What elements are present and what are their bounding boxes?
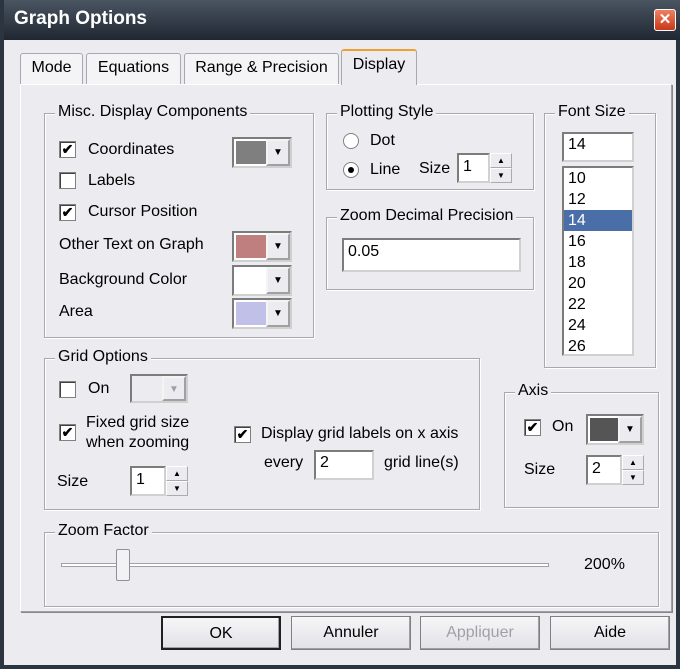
grid-color-combo[interactable]: ▼: [130, 374, 188, 403]
coordinates-checkbox[interactable]: ✔: [59, 141, 76, 158]
font-size-list[interactable]: 10 12 14 16 18 20 22 24 26: [562, 166, 634, 356]
zoom-slider-thumb[interactable]: [115, 549, 130, 581]
background-color-combo[interactable]: ▼: [232, 265, 292, 296]
cancel-button[interactable]: Annuler: [291, 616, 411, 650]
fixed-grid-checkbox[interactable]: ✔: [59, 424, 76, 441]
other-text-color-combo[interactable]: ▼: [232, 231, 292, 262]
zoom-slider-track[interactable]: [61, 563, 549, 567]
zoom-precision-input[interactable]: 0.05: [342, 238, 521, 272]
display-grid-labels-checkbox[interactable]: ✔: [234, 426, 251, 443]
chevron-down-icon[interactable]: ▼: [266, 267, 290, 294]
chevron-down-icon[interactable]: ▼: [618, 416, 642, 443]
grid-on-label: On: [88, 380, 110, 397]
grid-on-checkbox[interactable]: [59, 381, 76, 398]
group-label: Zoom Decimal Precision: [337, 207, 517, 225]
font-size-option[interactable]: 26: [564, 336, 632, 357]
cursor-position-checkbox[interactable]: ✔: [59, 204, 76, 221]
color-swatch: [590, 418, 620, 441]
cursor-position-label: Cursor Position: [88, 203, 198, 220]
font-size-input[interactable]: 14: [562, 132, 634, 162]
spin-up-icon[interactable]: ▲: [622, 455, 644, 470]
spin-down-icon[interactable]: ▼: [490, 168, 512, 183]
line-label: Line: [370, 161, 401, 178]
color-swatch: [236, 302, 266, 325]
font-size-option[interactable]: 14: [564, 210, 632, 231]
color-swatch: [236, 141, 266, 164]
help-button[interactable]: Aide: [550, 616, 670, 650]
font-size-option[interactable]: 10: [564, 168, 632, 189]
group-label: Axis: [515, 382, 552, 400]
group-label: Grid Options: [55, 348, 151, 366]
spin-up-icon[interactable]: ▲: [166, 466, 188, 481]
axis-size-stepper[interactable]: 2 ▲ ▼: [586, 455, 644, 485]
every-input[interactable]: 2: [314, 450, 374, 480]
apply-button[interactable]: Appliquer: [420, 616, 540, 650]
coordinates-color-combo[interactable]: ▼: [232, 137, 292, 168]
font-size-option[interactable]: 24: [564, 315, 632, 336]
axis-group: Axis: [504, 382, 659, 508]
group-label: Plotting Style: [337, 103, 437, 121]
chevron-down-icon[interactable]: ▼: [266, 233, 290, 260]
color-swatch: [236, 269, 266, 292]
labels-label: Labels: [88, 172, 136, 189]
tab-display[interactable]: Display: [341, 49, 417, 85]
close-icon[interactable]: ✕: [654, 9, 676, 31]
plot-size-stepper[interactable]: 1 ▲ ▼: [457, 153, 512, 183]
every-label: every: [264, 454, 304, 471]
tab-mode[interactable]: Mode: [20, 53, 83, 84]
chevron-down-icon[interactable]: ▼: [266, 300, 290, 327]
spin-up-icon[interactable]: ▲: [490, 153, 512, 168]
font-size-option[interactable]: 16: [564, 231, 632, 252]
font-size-option[interactable]: 18: [564, 252, 632, 273]
tab-range-precision[interactable]: Range & Precision: [184, 53, 339, 84]
zoom-factor-value: 200%: [584, 556, 625, 573]
tab-equations[interactable]: Equations: [86, 53, 181, 84]
plot-size-value[interactable]: 1: [457, 153, 490, 183]
grid-size-value[interactable]: 1: [130, 466, 166, 496]
zoom-factor-group: Zoom Factor: [44, 522, 659, 607]
spin-down-icon[interactable]: ▼: [166, 481, 188, 496]
dot-label: Dot: [370, 132, 395, 149]
axis-size-label: Size: [524, 461, 556, 478]
dot-radio[interactable]: [343, 133, 359, 149]
line-radio[interactable]: [343, 162, 359, 178]
chevron-down-icon[interactable]: ▼: [266, 139, 290, 166]
chevron-down-icon[interactable]: ▼: [162, 376, 186, 401]
fixed-grid-label-2: when zooming: [86, 434, 190, 451]
ok-button[interactable]: OK: [161, 616, 281, 650]
axis-size-value[interactable]: 2: [586, 455, 622, 485]
coordinates-label: Coordinates: [88, 141, 175, 158]
graph-options-dialog: Graph Options ✕ Mode Equations Range & P…: [0, 0, 680, 669]
group-label: Zoom Factor: [55, 522, 152, 540]
font-size-option[interactable]: 20: [564, 273, 632, 294]
font-size-option[interactable]: 22: [564, 294, 632, 315]
spin-down-icon[interactable]: ▼: [622, 470, 644, 485]
axis-on-checkbox[interactable]: ✔: [524, 419, 541, 436]
axis-on-label: On: [552, 418, 574, 435]
grid-lines-label: grid line(s): [384, 454, 459, 471]
group-label: Misc. Display Components: [55, 103, 251, 121]
grid-size-label: Size: [57, 473, 89, 490]
title-bar[interactable]: Graph Options ✕: [4, 0, 680, 40]
area-label: Area: [59, 303, 93, 320]
group-label: Font Size: [555, 103, 629, 121]
color-swatch: [236, 235, 266, 258]
area-color-combo[interactable]: ▼: [232, 298, 292, 329]
plot-size-label: Size: [419, 160, 451, 177]
other-text-label: Other Text on Graph: [59, 236, 204, 253]
window-title: Graph Options: [14, 8, 147, 29]
font-size-option[interactable]: 12: [564, 189, 632, 210]
grid-size-stepper[interactable]: 1 ▲ ▼: [130, 466, 188, 496]
display-grid-labels-label: Display grid labels on x axis: [261, 425, 459, 442]
axis-color-combo[interactable]: ▼: [586, 414, 644, 445]
background-color-label: Background Color: [59, 271, 188, 288]
labels-checkbox[interactable]: [59, 172, 76, 189]
fixed-grid-label-1: Fixed grid size: [86, 414, 190, 431]
